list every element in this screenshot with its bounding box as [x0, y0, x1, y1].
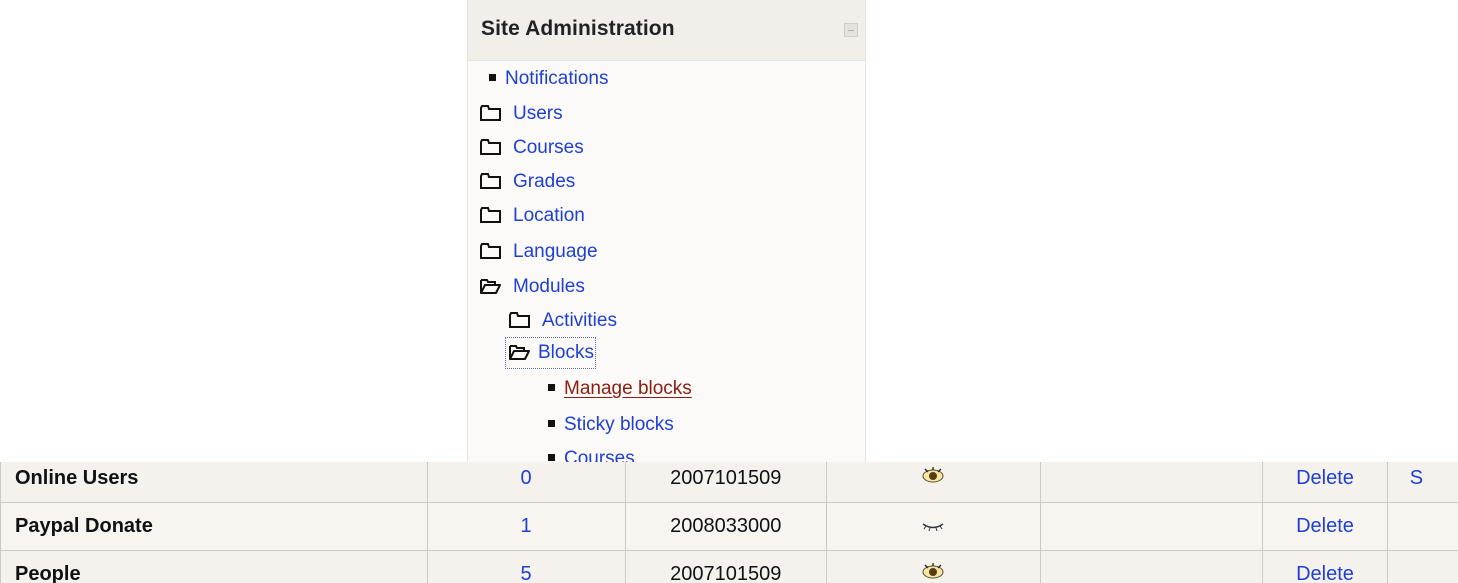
tree-item-blocks[interactable]: Blocks [505, 337, 596, 369]
empty-cell [1039, 550, 1264, 583]
bullet-icon [489, 73, 496, 81]
instances-link[interactable]: 1 [426, 502, 626, 551]
tree-link-manage-blocks[interactable]: Manage blocks [564, 378, 692, 400]
delete-link[interactable]: Delete [1262, 502, 1388, 551]
tree-item-modules[interactable]: Modules [480, 270, 585, 304]
tree-link-activities[interactable]: Activities [542, 310, 617, 332]
blocks-table: Online Users 0 2007101509 Delete S Paypa… [0, 462, 1458, 583]
table-row: Online Users 0 2007101509 Delete S [0, 462, 1458, 503]
tree-item-notifications[interactable]: Notifications [489, 62, 609, 96]
site-administration-block: Site Administration Notifications Users [467, 0, 866, 462]
block-name-cell: Online Users [0, 462, 428, 503]
hide-show-cell [826, 462, 1041, 503]
tree-link-blocks[interactable]: Blocks [538, 342, 594, 364]
bullet-icon [548, 453, 555, 461]
settings-cell [1386, 550, 1458, 583]
hide-show-cell [826, 502, 1041, 551]
bullet-icon [548, 383, 555, 391]
tree-item-courses-sub[interactable]: Courses [548, 442, 635, 462]
tree-item-users[interactable]: Users [480, 97, 563, 131]
eye-open-icon[interactable] [920, 562, 946, 582]
block-name-cell: Paypal Donate [0, 502, 428, 551]
tree-item-sticky-blocks[interactable]: Sticky blocks [548, 408, 674, 442]
empty-cell [1039, 462, 1264, 503]
table-row: Paypal Donate 1 2008033000 Delete [0, 502, 1458, 551]
bullet-icon [548, 419, 555, 427]
tree-link-sticky-blocks[interactable]: Sticky blocks [564, 414, 674, 436]
eye-open-icon[interactable] [920, 466, 946, 486]
tree-link-location[interactable]: Location [513, 205, 585, 227]
folder-closed-icon [480, 104, 501, 122]
tree-item-grades[interactable]: Grades [480, 165, 575, 199]
tree-link-users[interactable]: Users [513, 103, 563, 125]
tree-link-grades[interactable]: Grades [513, 171, 575, 193]
screenshot-stage: Site Administration Notifications Users [0, 0, 1458, 583]
folder-closed-icon [509, 311, 530, 329]
eye-closed-icon[interactable] [920, 515, 946, 532]
instances-link[interactable]: 5 [426, 550, 626, 583]
block-title: Site Administration [481, 17, 675, 40]
tree-link-modules[interactable]: Modules [513, 276, 585, 298]
tree-link-courses[interactable]: Courses [513, 137, 584, 159]
instances-link[interactable]: 0 [426, 462, 626, 503]
tree-item-location[interactable]: Location [480, 199, 585, 233]
delete-link[interactable]: Delete [1262, 550, 1388, 583]
version-cell: 2007101509 [624, 462, 828, 503]
tree-item-courses[interactable]: Courses [480, 131, 584, 165]
tree-item-language[interactable]: Language [480, 235, 598, 269]
folder-closed-icon [480, 138, 501, 156]
folder-open-icon [509, 343, 530, 361]
hide-show-cell [826, 550, 1041, 583]
tree-link-notifications[interactable]: Notifications [505, 68, 609, 90]
folder-closed-icon [480, 172, 501, 190]
block-name-cell: People [0, 550, 428, 583]
blocks-table-area: Online Users 0 2007101509 Delete S Paypa… [0, 462, 1458, 583]
folder-open-icon [480, 277, 501, 295]
tree-item-manage-blocks[interactable]: Manage blocks [548, 372, 692, 406]
tree-link-language[interactable]: Language [513, 241, 598, 263]
tree-item-activities[interactable]: Activities [509, 304, 617, 338]
tree-link-courses-sub[interactable]: Courses [564, 448, 635, 462]
collapse-icon[interactable] [844, 23, 858, 37]
version-cell: 2007101509 [624, 550, 828, 583]
empty-cell [1039, 502, 1264, 551]
settings-link[interactable]: S [1386, 462, 1458, 503]
version-cell: 2008033000 [624, 502, 828, 551]
settings-cell [1386, 502, 1458, 551]
folder-closed-icon [480, 242, 501, 260]
folder-closed-icon [480, 206, 501, 224]
block-header: Site Administration [468, 0, 865, 61]
delete-link[interactable]: Delete [1262, 462, 1388, 503]
table-row: People 5 2007101509 Delete [0, 550, 1458, 583]
